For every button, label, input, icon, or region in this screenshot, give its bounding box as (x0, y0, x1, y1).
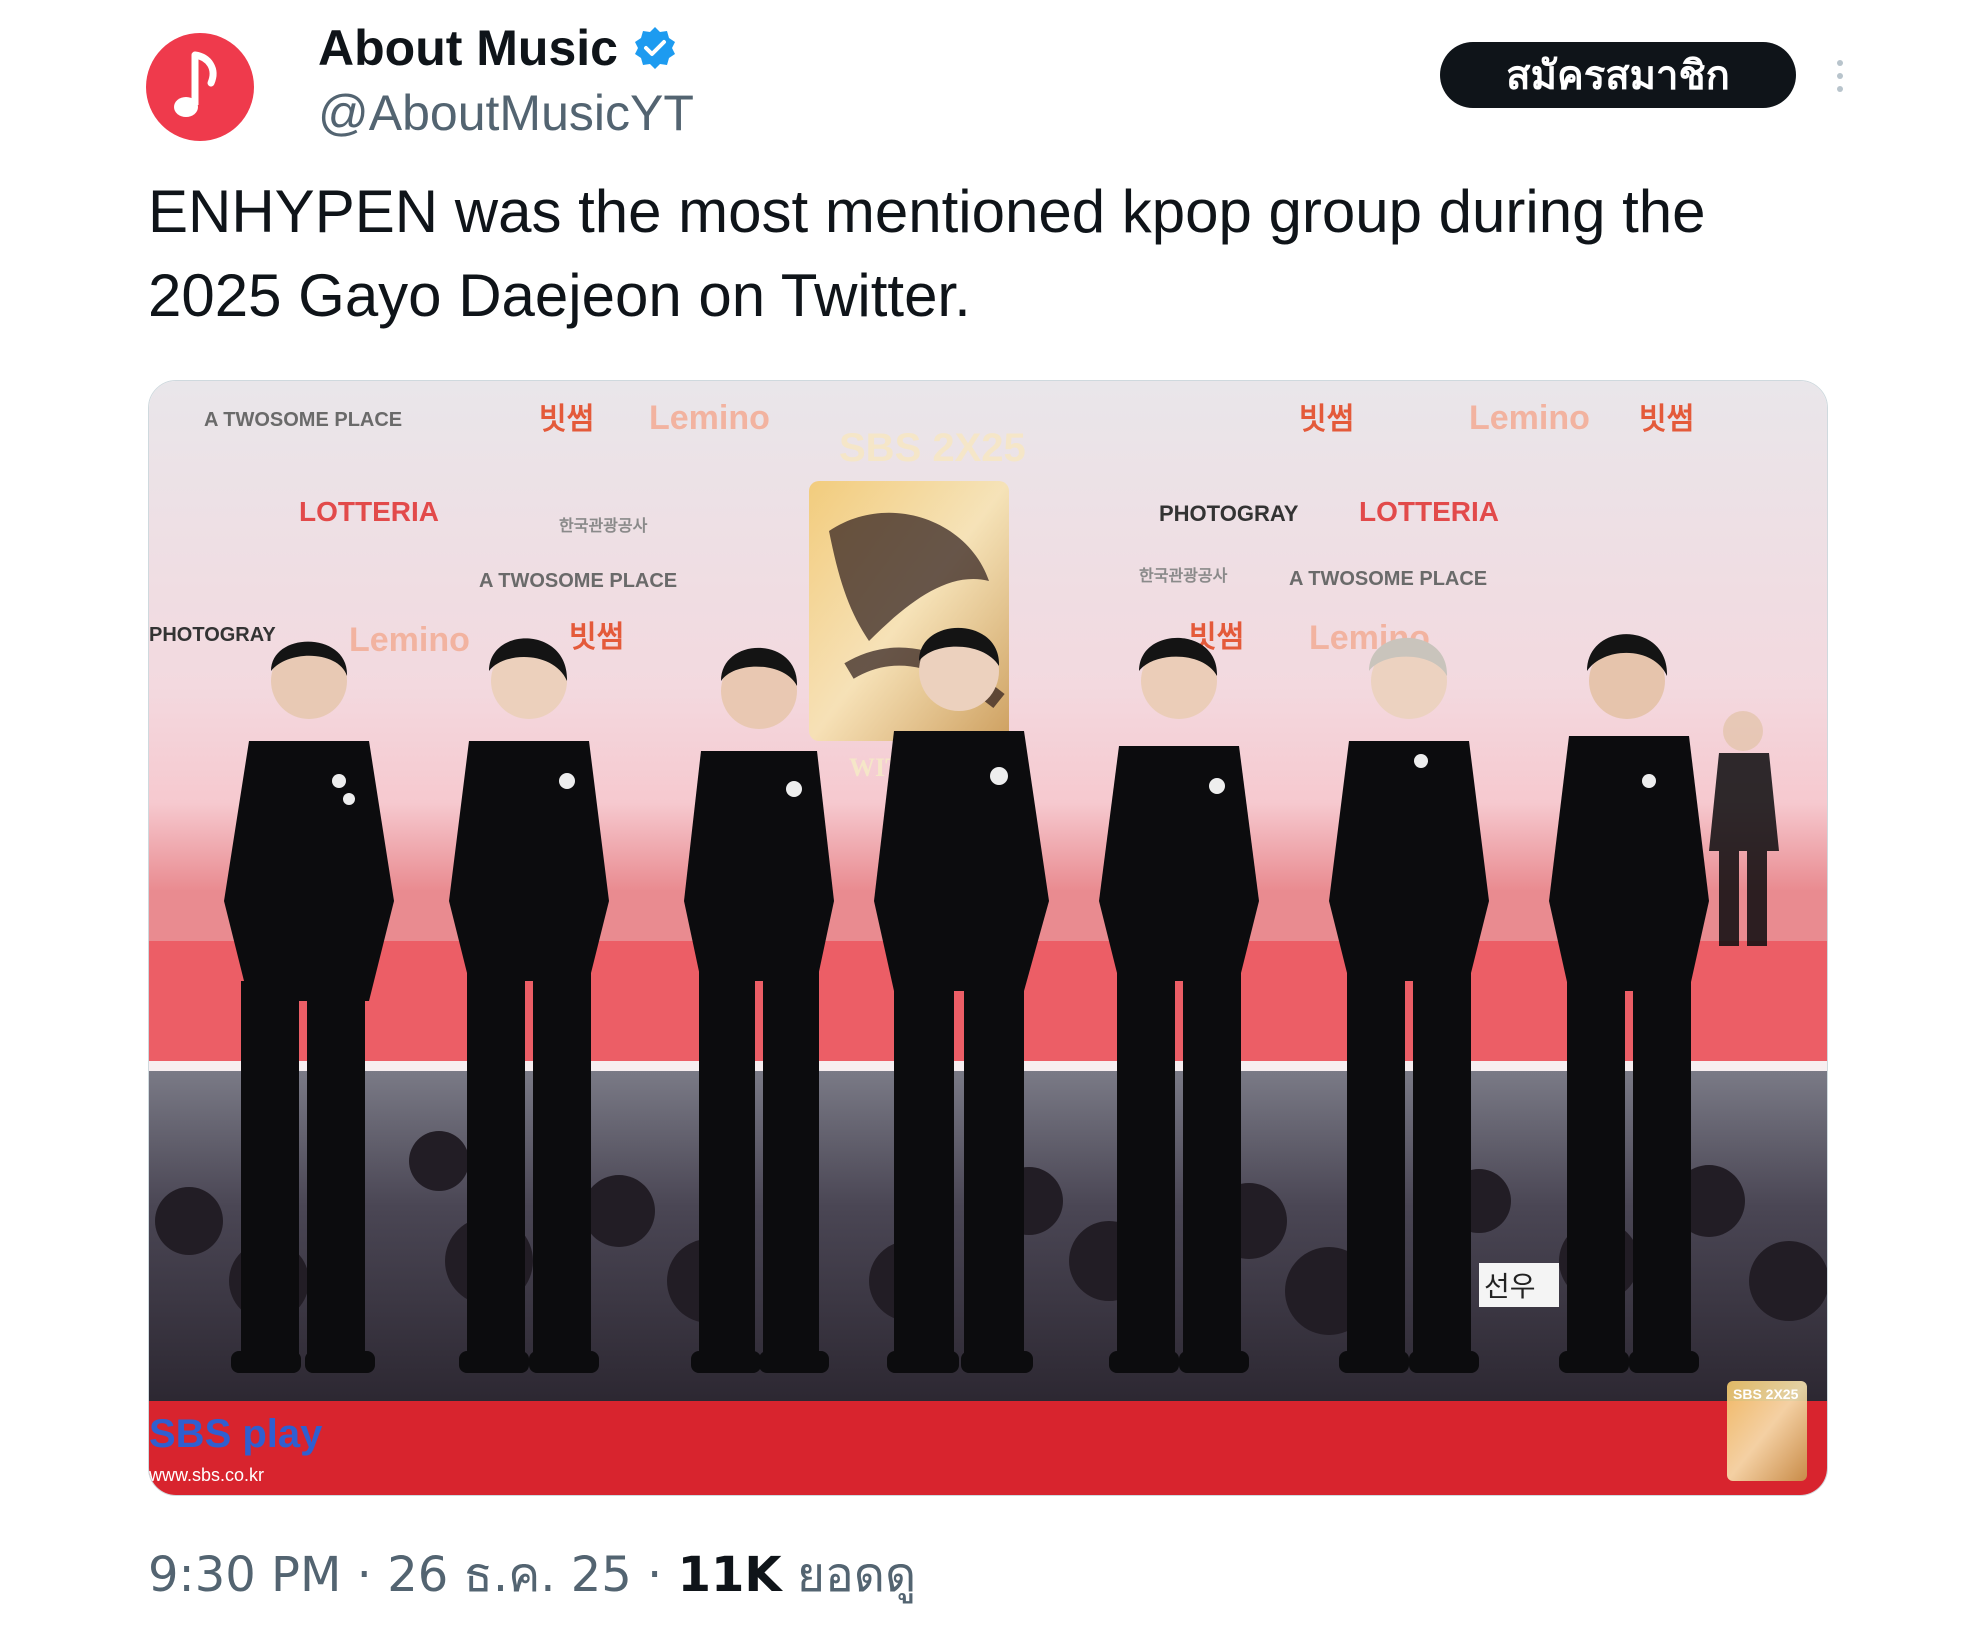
more-vertical-icon (1837, 60, 1843, 66)
corner-event-logo: SBS 2X25 (1727, 1381, 1807, 1481)
sponsor-logo: A TWOSOME PLACE (479, 570, 677, 592)
sponsor-logo: PHOTOGRAY (1159, 501, 1299, 526)
sponsor-logo: 한국관광공사 (559, 516, 648, 535)
svg-text:www.sbs.co.kr: www.sbs.co.kr (149, 1465, 264, 1485)
fan-sign: 선우 (1479, 1263, 1559, 1307)
sponsor-logo: 빗썸 (1639, 403, 1694, 436)
sponsor-logo: 빗썸 (1299, 403, 1354, 436)
tweet-time[interactable]: 9:30 PM (148, 1547, 341, 1603)
separator: · (341, 1547, 388, 1603)
sponsor-logo: 빗썸 (569, 621, 624, 654)
sponsor-logo: LOTTERIA (299, 496, 439, 527)
sponsor-logo: A TWOSOME PLACE (204, 409, 402, 431)
avatar[interactable] (146, 33, 254, 141)
sponsor-logo: LOTTERIA (1359, 496, 1499, 527)
verified-badge-icon (634, 27, 675, 69)
tweet-photo[interactable]: A TWOSOME PLACE 빗썸 Lemino 빗썸 Lemino 빗썸 L… (148, 380, 1828, 1496)
user-handle[interactable]: @AboutMusicYT (318, 83, 694, 143)
views-label: ยอดดู (796, 1547, 917, 1603)
sponsor-logo: PHOTOGRAY (149, 624, 276, 646)
photo-illustration: A TWOSOME PLACE 빗썸 Lemino 빗썸 Lemino 빗썸 L… (149, 381, 1827, 1495)
svg-text:SBS play: SBS play (149, 1412, 323, 1456)
more-options-button[interactable] (1820, 48, 1860, 104)
display-name[interactable]: About Music (318, 18, 678, 78)
tweet-card: About Music @AboutMusicYT สมัครสมาชิก EN… (0, 0, 1968, 1631)
display-name-text: About Music (318, 20, 618, 76)
music-note-icon (174, 51, 217, 117)
sponsor-logo: Lemino (349, 621, 470, 659)
sponsor-logo: 한국관광공사 (1139, 566, 1228, 585)
svg-text:선우: 선우 (1484, 1270, 1536, 1303)
sponsor-logo: Lemino (649, 399, 770, 437)
sponsor-logo: Lemino (1469, 399, 1590, 437)
svg-text:SBS 2X25: SBS 2X25 (839, 426, 1026, 470)
red-carpet (149, 1401, 1827, 1495)
sponsor-logo: 빗썸 (539, 403, 594, 436)
subscribe-button[interactable]: สมัครสมาชิก (1440, 42, 1796, 108)
views-count: 11K (677, 1547, 782, 1603)
svg-text:SBS 2X25: SBS 2X25 (1733, 1386, 1799, 1402)
sponsor-logo: A TWOSOME PLACE (1289, 568, 1487, 590)
tweet-metadata: 9:30 PM · 26 ธ.ค. 25 · 11K ยอดดู (148, 1545, 916, 1605)
separator: · (631, 1547, 678, 1603)
tweet-text: ENHYPEN was the most mentioned kpop grou… (148, 178, 1706, 329)
tweet-date[interactable]: 26 ธ.ค. 25 (387, 1547, 632, 1603)
